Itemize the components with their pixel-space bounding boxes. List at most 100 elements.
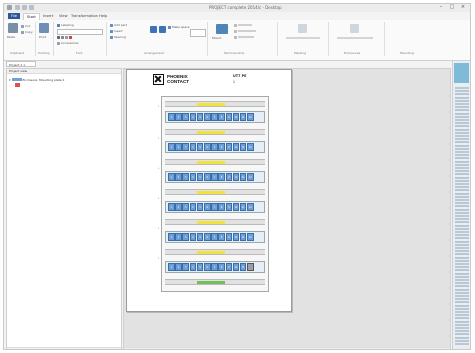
paste-button-label[interactable]: Paste xyxy=(7,35,15,39)
print-button-label[interactable]: Print xyxy=(39,35,46,39)
terminal-block[interactable]: 10 xyxy=(232,233,240,241)
tree-child-icon[interactable] xyxy=(15,83,20,87)
terminal-block[interactable]: 11 xyxy=(239,203,247,211)
terminal-block[interactable]: 7 xyxy=(211,113,218,121)
terminal-block[interactable]: 11 xyxy=(239,263,247,271)
navigator-row[interactable] xyxy=(455,272,469,275)
terminal-block[interactable]: 9 xyxy=(225,173,233,181)
navigator-row[interactable] xyxy=(455,307,469,310)
terminal-block[interactable]: 10 xyxy=(232,143,240,151)
terminal-block[interactable]: 11 xyxy=(239,173,247,181)
terminal-block[interactable]: 2 xyxy=(175,263,182,271)
marking-icon[interactable] xyxy=(298,24,307,33)
terminal-block[interactable]: 9 xyxy=(225,203,233,211)
navigator-row[interactable] xyxy=(455,179,469,182)
terminal-block[interactable]: 7 xyxy=(211,233,218,241)
navigator-row[interactable] xyxy=(455,205,469,208)
navigator-row[interactable] xyxy=(455,339,469,342)
navigator-row[interactable] xyxy=(455,189,469,192)
terminal-block[interactable]: 5 xyxy=(196,143,204,151)
navigator-row[interactable] xyxy=(455,208,469,211)
end-clamp[interactable] xyxy=(247,263,255,271)
terminal-block[interactable]: 7 xyxy=(211,263,218,271)
terminal-block[interactable]: 12 xyxy=(247,233,254,241)
terminal-block[interactable]: 7 xyxy=(211,143,218,151)
scroll-thumb[interactable] xyxy=(13,349,93,350)
navigator-row[interactable] xyxy=(455,279,469,281)
enclosure-icon[interactable] xyxy=(350,24,359,33)
scroll-thumb[interactable] xyxy=(126,349,296,350)
navigator-row[interactable] xyxy=(455,186,469,189)
navigator-row[interactable] xyxy=(455,138,469,141)
navigator-row[interactable] xyxy=(455,173,469,176)
navigator-row[interactable] xyxy=(455,144,469,147)
terminal-block[interactable]: 11 xyxy=(239,113,247,121)
terminal-block[interactable]: 5 xyxy=(196,263,204,271)
navigator-row[interactable] xyxy=(455,224,469,227)
terminal-block[interactable]: 2 xyxy=(175,143,182,151)
tree-root-item[interactable]: ▾ Enclosure: Mounting plate 1 xyxy=(9,77,65,82)
terminal-block[interactable]: 11 xyxy=(239,233,247,241)
navigator-row[interactable] xyxy=(455,167,469,169)
terminal-strip-icon[interactable] xyxy=(216,24,228,34)
navigator-row[interactable] xyxy=(455,106,469,109)
navigator-row[interactable] xyxy=(455,195,469,198)
din-rail[interactable]: 1 2 3 4 5 6 7 8 9 10 11 12 xyxy=(165,171,265,183)
terminal-block[interactable]: 1 xyxy=(168,113,175,121)
navigator-row[interactable] xyxy=(455,202,469,205)
navigator-row[interactable] xyxy=(455,93,469,96)
canvas-horizontal-scrollbar[interactable] xyxy=(124,347,450,350)
document-tab[interactable]: Project 1 × xyxy=(6,61,36,67)
terminal-block[interactable]: 7 xyxy=(211,173,218,181)
make-space-button[interactable]: Make space xyxy=(168,25,190,29)
tab-start[interactable]: Start xyxy=(23,13,40,20)
terminal-block[interactable]: 4 xyxy=(189,263,197,271)
terminal-block[interactable]: 6 xyxy=(203,233,211,241)
copy-button[interactable]: Copy xyxy=(21,30,33,34)
terminal-block[interactable]: 1 xyxy=(168,263,175,271)
underline-icon[interactable] xyxy=(65,35,68,39)
ts-option-1[interactable] xyxy=(234,23,252,27)
navigator-row[interactable] xyxy=(455,343,469,345)
terminal-block[interactable]: 4 xyxy=(189,113,197,121)
navigator-row[interactable] xyxy=(455,90,469,93)
terminal-block[interactable]: 7 xyxy=(211,203,218,211)
terminal-block[interactable]: 9 xyxy=(225,143,233,151)
terminal-block[interactable]: 3 xyxy=(182,113,189,121)
navigator-row[interactable] xyxy=(455,112,469,115)
terminal-block[interactable]: 4 xyxy=(189,173,197,181)
terminal-block[interactable]: 8 xyxy=(218,173,225,181)
terminal-block[interactable]: 1 xyxy=(168,143,175,151)
navigator-row[interactable] xyxy=(455,119,469,121)
arrow-left-icon[interactable] xyxy=(150,26,157,33)
terminal-block[interactable]: 10 xyxy=(232,113,240,121)
terminal-block[interactable]: 12 xyxy=(247,143,254,151)
font-color-icon[interactable] xyxy=(69,35,72,39)
navigator-row[interactable] xyxy=(455,295,469,297)
navigator-row[interactable] xyxy=(455,243,469,246)
navigator-row[interactable] xyxy=(455,227,469,230)
terminal-block[interactable]: 5 xyxy=(196,233,204,241)
navigator-row[interactable] xyxy=(455,128,469,131)
navigator-row[interactable] xyxy=(455,250,469,253)
navigator-row[interactable] xyxy=(455,263,469,265)
navigator-row[interactable] xyxy=(455,122,469,125)
terminal-block[interactable]: 2 xyxy=(175,203,182,211)
din-rail[interactable]: 1 2 3 4 5 6 7 8 9 10 11 12 xyxy=(165,111,265,123)
terminal-block[interactable]: 10 xyxy=(232,173,240,181)
terminal-block[interactable]: 10 xyxy=(232,263,240,271)
navigator-row[interactable] xyxy=(455,298,469,301)
spacing-input[interactable] xyxy=(190,29,206,37)
labeling-button[interactable]: Labeling xyxy=(57,23,74,27)
bold-icon[interactable] xyxy=(57,35,60,39)
cut-button[interactable]: Cut xyxy=(21,24,30,28)
terminal-block[interactable]: 4 xyxy=(189,143,197,151)
navigator-row[interactable] xyxy=(455,285,469,288)
redo-icon[interactable] xyxy=(29,5,34,10)
navigator-row[interactable] xyxy=(455,176,469,179)
navigator-row[interactable] xyxy=(455,96,469,99)
navigator-row[interactable] xyxy=(455,291,469,294)
navigator-row[interactable] xyxy=(455,317,469,320)
ts-option-3[interactable] xyxy=(234,35,254,39)
navigator-row[interactable] xyxy=(455,288,469,291)
